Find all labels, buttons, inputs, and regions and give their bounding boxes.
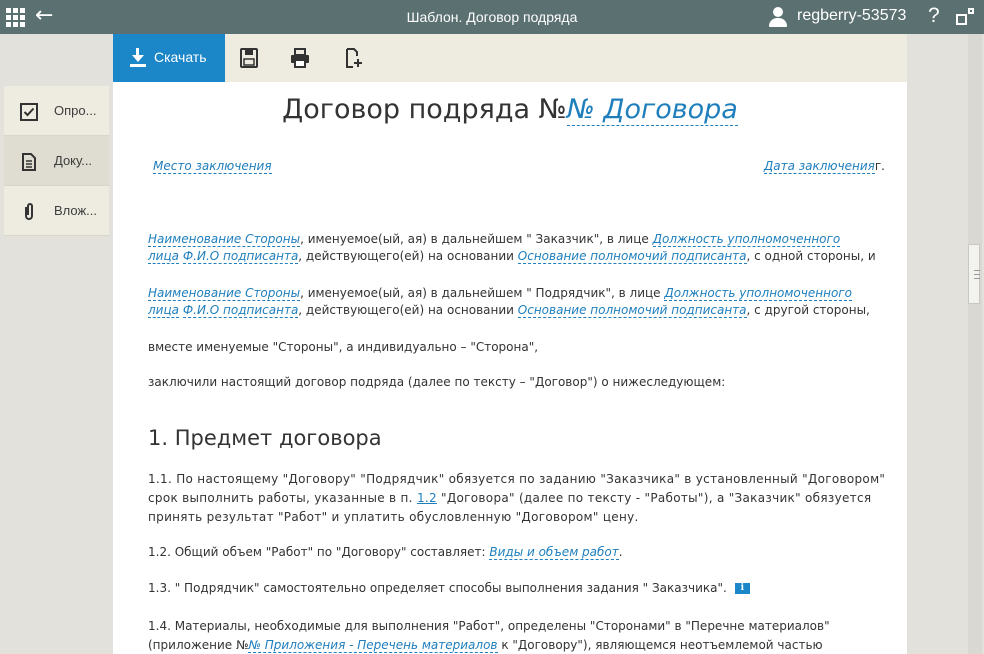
sidebar-item-document[interactable]: Доку... [4, 136, 109, 186]
print-icon[interactable] [288, 46, 312, 70]
help-icon[interactable]: ? [928, 4, 940, 28]
signer-position-field[interactable]: лица [148, 249, 179, 264]
paragraph-text: . [618, 545, 623, 559]
together-paragraph: вместе именуемые "Стороны", а индивидуал… [148, 340, 539, 354]
scrollbar-track[interactable] [968, 34, 982, 654]
section-title: 1. Предмет договора [148, 426, 382, 450]
sidebar-item-attachments[interactable]: Влож... [4, 186, 109, 236]
document-page: Договор подряда №№ Договора Место заключ… [113, 82, 907, 654]
checkbox-icon [19, 102, 39, 122]
date-row: Дата заключенияг. [763, 159, 885, 174]
paragraph-text: , с одной стороны, и [746, 249, 876, 263]
signer-name-field[interactable]: Ф.И.О подписанта [182, 249, 299, 264]
save-icon[interactable] [237, 46, 261, 70]
clause-1-3: 1.3. " Подрядчик" самостоятельно определ… [148, 580, 893, 597]
signer-position-field[interactable]: лица [148, 303, 179, 318]
paragraph-text: 1.3. " Подрядчик" самостоятельно определ… [148, 581, 727, 595]
download-icon [129, 46, 147, 68]
paragraph-text: , действующего(ей) на основании [298, 249, 514, 263]
place-field[interactable]: Место заключения [153, 159, 272, 174]
info-icon[interactable]: i [734, 583, 750, 594]
add-document-icon[interactable] [341, 46, 365, 70]
sidebar-item-label: Влож... [54, 203, 98, 218]
sidebar-item-label: Опро... [54, 103, 97, 118]
signer-name-field[interactable]: Ф.И.О подписанта [182, 303, 299, 318]
paragraph-text: , действующего(ей) на основании [298, 303, 514, 317]
document-toolbar: Скачать [113, 34, 907, 82]
signer-position-field[interactable]: Должность уполномоченного [664, 286, 852, 301]
paragraph-text: , именуемое(ый, ая) в дальнейшем " Заказ… [300, 232, 649, 246]
document-icon [19, 152, 39, 172]
download-button[interactable]: Скачать [113, 34, 225, 82]
sidebar-item-label: Доку... [54, 153, 93, 168]
work-scope-field[interactable]: Виды и объем работ [489, 545, 619, 560]
paragraph-text: , с другой стороны, [746, 303, 870, 317]
party-name-field[interactable]: Наименование Стороны [148, 286, 301, 301]
window-resize-icon[interactable] [956, 8, 976, 28]
sidebar-item-survey[interactable]: Опро... [4, 86, 109, 136]
paperclip-icon [19, 202, 39, 222]
scrollbar[interactable] [966, 34, 984, 654]
sidebar: Опро... Доку... Влож... [4, 86, 109, 236]
document-title: Договор подряда №№ Договора [113, 94, 907, 126]
paragraph-text: 1.2. Общий объем "Работ" по "Договору" с… [148, 545, 486, 559]
contract-number-field[interactable]: № Договора [566, 94, 738, 126]
signer-position-field[interactable]: Должность уполномоченного [652, 232, 841, 247]
appendix-number-field[interactable]: № Приложения - Перечень материалов [248, 638, 498, 653]
party-contractor-paragraph: Наименование Стороны, именуемое(ый, ая) … [148, 285, 893, 319]
authority-basis-field[interactable]: Основание полномочий подписанта [517, 249, 747, 264]
username[interactable]: regberry-53573 [797, 7, 906, 25]
date-field[interactable]: Дата заключения [763, 159, 875, 174]
place-row: Место заключения [153, 159, 272, 174]
concluded-paragraph: заключили настоящий договор подряда (дал… [148, 375, 726, 389]
clause-link[interactable]: 1.2 [417, 491, 437, 505]
party-customer-paragraph: Наименование Стороны, именуемое(ый, ая) … [148, 231, 893, 265]
paragraph-text: , именуемое(ый, ая) в дальнейшем " Подря… [300, 286, 661, 300]
party-name-field[interactable]: Наименование Стороны [148, 232, 301, 247]
clause-1-2: 1.2. Общий объем "Работ" по "Договору" с… [148, 544, 893, 561]
scrollbar-thumb[interactable] [968, 244, 980, 304]
date-suffix: г. [874, 159, 885, 173]
title-bar: ← Шаблон. Договор подряда regberry-53573… [0, 0, 984, 34]
authority-basis-field[interactable]: Основание полномочий подписанта [517, 303, 747, 318]
title-prefix: Договор подряда № [282, 94, 567, 125]
clause-1-4: 1.4. Материалы, необходимые для выполнен… [148, 617, 893, 654]
user-icon[interactable] [767, 6, 791, 28]
download-label: Скачать [154, 49, 207, 65]
clause-1-1: 1.1. По настоящему "Договору" "Подрядчик… [148, 470, 893, 527]
